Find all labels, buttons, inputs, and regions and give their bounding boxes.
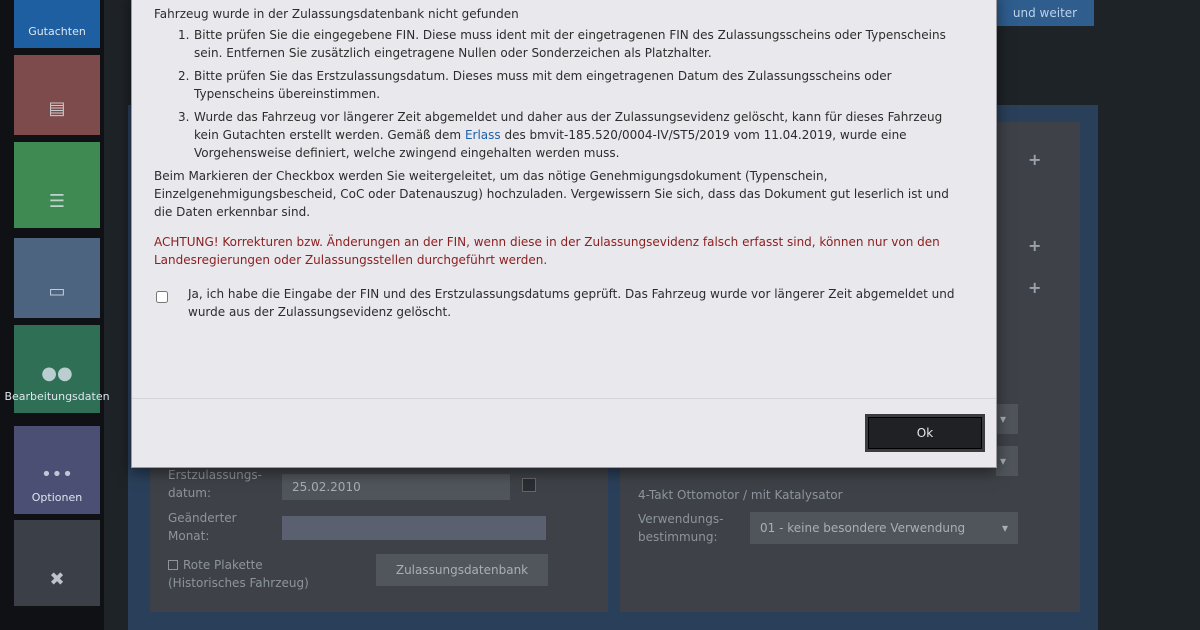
verwendung-label: Verwendungs- bestimmung: [638, 512, 724, 544]
ok-button[interactable]: Ok [868, 417, 982, 449]
next-button[interactable]: und weiter [996, 0, 1094, 26]
sidebar-item-list[interactable]: ☰ [14, 142, 100, 228]
fin-not-found-modal: Fahrzeug wurde in der Zulassungsdatenban… [131, 0, 997, 468]
people-icon: ●● [41, 363, 73, 384]
warning-text: ACHTUNG! Korrekturen bzw. Änderungen an … [154, 235, 940, 267]
erstzulassung-input[interactable]: 25.02.2010 [282, 474, 510, 500]
modal-title: Fahrzeug wurde in der Zulassungsdatenban… [154, 7, 519, 21]
tools-icon: ✖ [49, 569, 65, 590]
sidebar-item-bearbeitungsdaten[interactable]: ●● Bearbeitungsdaten [4, 325, 110, 413]
select-dropdown[interactable]: ▾ [996, 446, 1018, 476]
sidebar: Gutachten ▤ ☰ ▭ ●● Bearbeitungsdaten •••… [0, 0, 110, 630]
confirm-checkbox[interactable] [156, 291, 168, 303]
sidebar-item-label: Bearbeitungsdaten [4, 390, 110, 403]
plus-icon[interactable]: + [1028, 278, 1041, 297]
chevron-down-icon: ▾ [1001, 521, 1008, 535]
zulassungsdatenbank-button[interactable]: Zulassungsdatenbank [376, 554, 548, 586]
geaenderter-monat-label: Geänderter Monat: [168, 511, 237, 543]
plus-icon[interactable]: + [1028, 150, 1041, 169]
list-icon: ☰ [48, 191, 66, 212]
verwendung-select[interactable]: 01 - keine besondere Verwendung ▾ [750, 512, 1018, 544]
sidebar-item-vehicle[interactable]: ▤ [14, 55, 100, 135]
motor-text: 4-Takt Ottomotor / mit Katalysator [638, 488, 843, 502]
chevron-down-icon: ▾ [1000, 454, 1007, 468]
rote-plakette-checkbox[interactable]: Rote Plakette [168, 556, 263, 574]
confirm-row: Ja, ich habe die Eingabe der FIN und des… [154, 285, 966, 321]
calendar-icon[interactable] [522, 478, 536, 492]
historisch-label: (Historisches Fahrzeug) [168, 576, 309, 590]
chevron-down-icon: ▾ [1000, 412, 1007, 426]
car-icon: ▤ [48, 98, 66, 119]
sidebar-item-label: Optionen [31, 491, 83, 504]
geaenderter-monat-input[interactable] [282, 516, 546, 540]
list-item: 1. Bitte prüfen Sie die eingegebene FIN. … [178, 28, 946, 60]
select-dropdown[interactable]: ▾ [996, 404, 1018, 434]
instruction-list: 1. Bitte prüfen Sie die eingegebene FIN. … [154, 26, 966, 162]
plus-icon[interactable]: + [1028, 236, 1041, 255]
list-item: 2. Bitte prüfen Sie das Erstzulassungsdat… [178, 69, 892, 101]
list-item: 3. Wurde das Fahrzeug vor längerer Zeit a… [178, 110, 943, 160]
info-text: Beim Markieren der Checkbox werden Sie w… [154, 169, 949, 219]
modal-divider [132, 398, 996, 399]
confirm-checkbox-label: Ja, ich habe die Eingabe der FIN und des… [188, 287, 955, 319]
sidebar-item-tools[interactable]: ✖ [14, 520, 100, 606]
tablet-icon: ▭ [48, 281, 66, 302]
erlass-link[interactable]: Erlass [465, 128, 501, 142]
sidebar-item-optionen[interactable]: ••• Optionen [14, 426, 100, 514]
sidebar-item-label: Gutachten [28, 25, 86, 38]
sidebar-item-tablet[interactable]: ▭ [14, 238, 100, 318]
sidebar-item-gutachten[interactable]: Gutachten [14, 0, 100, 48]
dots-icon: ••• [41, 464, 73, 485]
modal-body: Fahrzeug wurde in der Zulassungsdatenban… [154, 5, 966, 321]
erstzulassung-label: Erstzulassungs- datum: [168, 468, 262, 500]
